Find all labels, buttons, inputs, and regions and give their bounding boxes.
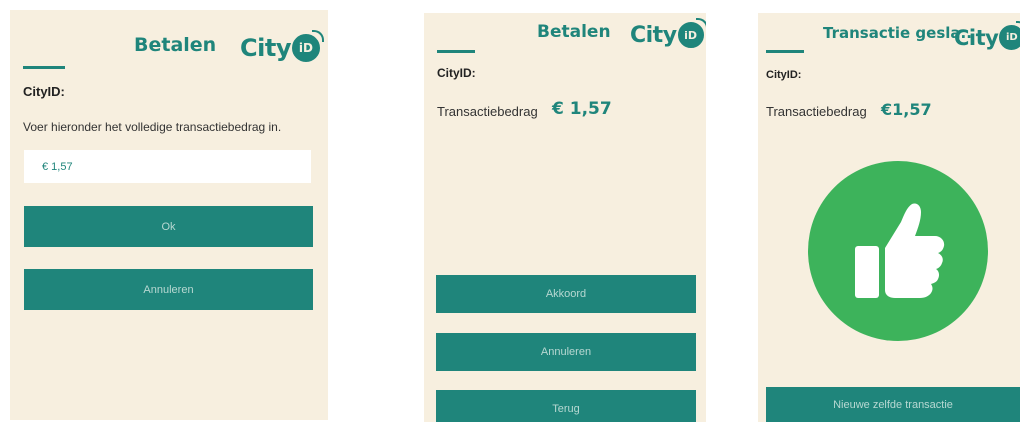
transaction-completed-screen: Transactie gesla.. City iD CityID: Trans… bbox=[758, 13, 1020, 422]
thumbs-up-icon bbox=[855, 203, 945, 298]
new-same-transaction-button[interactable]: Nieuwe zelfde transactie bbox=[766, 387, 1020, 422]
header-accent-line bbox=[766, 50, 804, 53]
cityid-logo: City iD bbox=[630, 18, 706, 48]
back-button[interactable]: Terug bbox=[436, 390, 696, 422]
amount-label: Transactiebedrag bbox=[766, 104, 867, 119]
amount-value: €1,57 bbox=[881, 100, 932, 119]
cityid-label: CityID: bbox=[766, 69, 802, 81]
page-title: Betalen bbox=[537, 22, 611, 42]
amount-value: € 1,57 bbox=[552, 99, 612, 119]
cancel-button[interactable]: Annuleren bbox=[24, 269, 313, 310]
header-accent-line bbox=[437, 50, 475, 53]
amount-label: Transactiebedrag bbox=[437, 104, 538, 119]
page-title: Transactie gesla.. bbox=[823, 24, 972, 42]
cityid-logo: City iD bbox=[240, 30, 324, 62]
payment-confirm-screen: Betalen City iD CityID: Transactiebedrag… bbox=[424, 13, 706, 422]
payment-entry-screen: Betalen City iD CityID: Voer hieronder h… bbox=[10, 10, 328, 420]
cityid-label: CityID: bbox=[437, 66, 476, 80]
ok-button[interactable]: Ok bbox=[24, 206, 313, 247]
cityid-label: CityID: bbox=[23, 84, 65, 99]
agree-button[interactable]: Akkoord bbox=[436, 275, 696, 313]
success-indicator bbox=[808, 161, 988, 341]
cityid-logo: City iD bbox=[954, 21, 1020, 50]
amount-input[interactable]: € 1,57 bbox=[24, 150, 311, 183]
amount-instruction: Voer hieronder het volledige transactieb… bbox=[23, 120, 282, 134]
cancel-button[interactable]: Annuleren bbox=[436, 333, 696, 371]
header-accent-line bbox=[23, 66, 65, 69]
page-title: Betalen bbox=[134, 34, 217, 56]
